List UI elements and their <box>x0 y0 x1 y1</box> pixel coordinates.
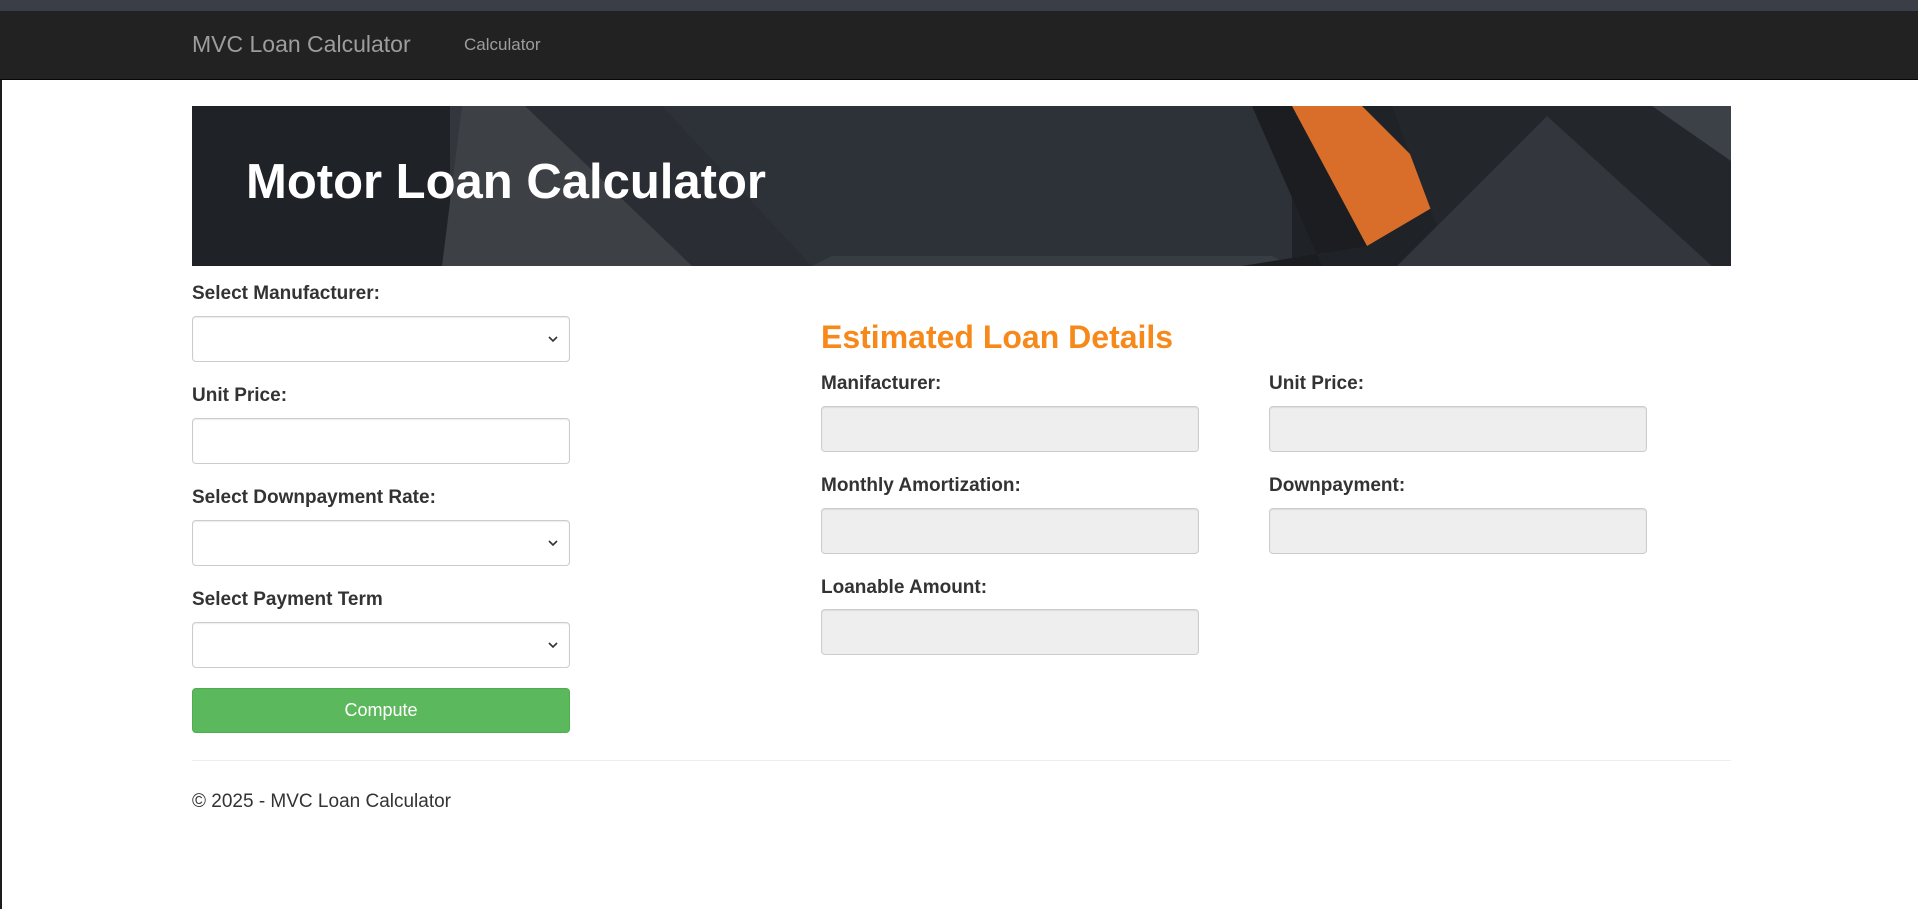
result-manufacturer-field[interactable] <box>821 406 1199 452</box>
left-edge-border <box>0 80 2 909</box>
navbar: MVC Loan Calculator Calculator <box>0 11 1918 80</box>
result-downpayment-field[interactable] <box>1269 508 1647 554</box>
browser-top-strip <box>0 0 1918 11</box>
manufacturer-select[interactable] <box>192 316 570 362</box>
result-unit-price-label: Unit Price: <box>1269 373 1365 394</box>
result-manufacturer-label: Manifacturer: <box>821 373 942 394</box>
result-downpayment-label: Downpayment: <box>1269 475 1406 496</box>
nav-link-calculator[interactable]: Calculator <box>464 35 541 55</box>
payment-term-select[interactable] <box>192 622 570 668</box>
result-monthly-amortization-field[interactable] <box>821 508 1199 554</box>
navbar-brand[interactable]: MVC Loan Calculator <box>192 31 411 57</box>
footer-divider <box>192 760 1731 761</box>
result-loanable-amount-field[interactable] <box>821 609 1199 655</box>
payment-term-label: Select Payment Term <box>192 589 383 610</box>
unit-price-label: Unit Price: <box>192 385 288 406</box>
unit-price-input[interactable] <box>192 418 570 464</box>
result-unit-price-field[interactable] <box>1269 406 1647 452</box>
hero-title: Motor Loan Calculator <box>246 155 766 209</box>
chevron-down-icon <box>548 540 558 547</box>
compute-button[interactable]: Compute <box>192 688 570 733</box>
result-loanable-amount-label: Loanable Amount: <box>821 577 988 598</box>
downpayment-rate-select[interactable] <box>192 520 570 566</box>
chevron-down-icon <box>548 642 558 649</box>
chevron-down-icon <box>548 336 558 343</box>
results-title: Estimated Loan Details <box>821 319 1174 355</box>
footer-copyright: © 2025 - MVC Loan Calculator <box>192 791 452 812</box>
downpayment-rate-label: Select Downpayment Rate: <box>192 487 436 508</box>
result-monthly-amortization-label: Monthly Amortization: <box>821 475 1021 496</box>
manufacturer-label: Select Manufacturer: <box>192 283 380 304</box>
hero-banner: Motor Loan Calculator <box>192 106 1731 266</box>
